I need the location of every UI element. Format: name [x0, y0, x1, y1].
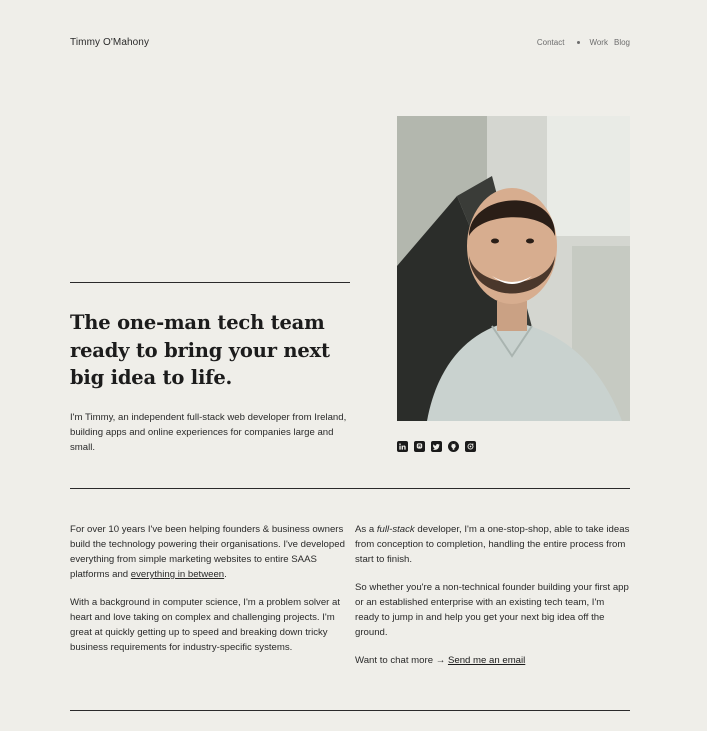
main-nav: Contact Work Blog	[537, 38, 630, 47]
nav-blog[interactable]: Blog	[614, 38, 630, 47]
dribbble-icon[interactable]	[465, 441, 476, 452]
github-icon[interactable]	[448, 441, 459, 452]
contact-cta: Want to chat more → Send me an email	[355, 655, 526, 666]
about-paragraph-4: So whether you're a non-technical founde…	[355, 582, 629, 638]
everything-in-between-link[interactable]: everything in between	[131, 569, 224, 580]
about-paragraph-2: With a background in computer science, I…	[70, 597, 341, 653]
hero-intro: I'm Timmy, an independent full-stack web…	[70, 412, 347, 453]
about-paragraph-3: As a full-stack developer, I'm a one-sto…	[355, 524, 630, 565]
section-divider	[70, 488, 630, 489]
hero-divider	[70, 282, 350, 283]
mastodon-icon[interactable]	[414, 441, 425, 452]
footer-divider	[70, 710, 630, 711]
site-header: Timmy O'Mahony Contact Work Blog	[70, 37, 630, 51]
site-name[interactable]: Timmy O'Mahony	[70, 37, 149, 48]
nav-contact[interactable]: Contact	[537, 38, 565, 47]
about-paragraph-1: For over 10 years I've been helping foun…	[70, 524, 345, 580]
nav-work[interactable]: Work	[589, 38, 608, 47]
hero-headline: The one-man tech team ready to bring you…	[70, 311, 330, 389]
linkedin-icon[interactable]	[397, 441, 408, 452]
nav-separator-dot	[577, 41, 581, 44]
send-email-link[interactable]: Send me an email	[448, 655, 525, 666]
about-left-column: For over 10 years I've been helping foun…	[70, 522, 345, 668]
portrait-photo	[397, 116, 630, 421]
social-links	[397, 441, 476, 452]
about-right-column: As a full-stack developer, I'm a one-sto…	[355, 522, 630, 681]
twitter-icon[interactable]	[431, 441, 442, 452]
